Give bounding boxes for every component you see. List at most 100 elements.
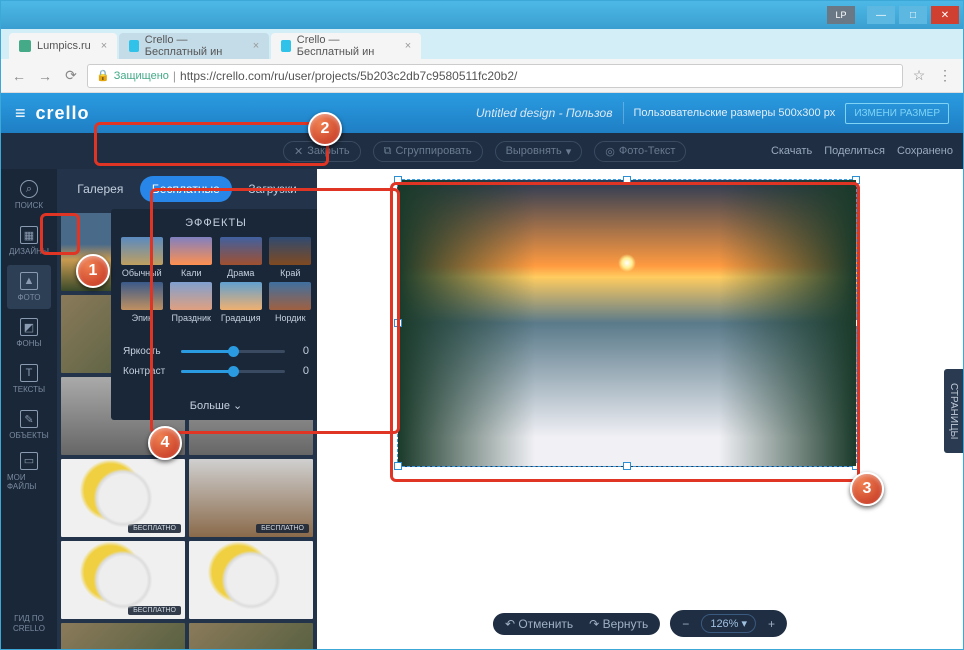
- phototext-button[interactable]: ◎ Фото-Текст: [594, 141, 686, 162]
- callout-4: 4: [148, 426, 182, 460]
- zoom-level[interactable]: 126% ▾: [701, 614, 756, 633]
- rail-designs[interactable]: ▦ДИЗАЙНЫ: [7, 219, 51, 263]
- rail-objects[interactable]: ✎ОБЪЕКТЫ: [7, 403, 51, 447]
- gallery-thumb[interactable]: БЕСПЛАТНО: [189, 459, 313, 537]
- side-rail: ⌕ПОИСК ▦ДИЗАЙНЫ ▲ФОТО ◩ФОНЫ TТЕКСТЫ ✎ОБЪ…: [1, 93, 57, 649]
- fx-cali[interactable]: Кали: [169, 237, 215, 278]
- fx-nordic[interactable]: Нордик: [268, 282, 314, 323]
- align-button[interactable]: Выровнять ▾: [495, 141, 583, 162]
- folder-icon: ▭: [20, 452, 38, 470]
- zoom-group: − 126% ▾ +: [670, 610, 787, 637]
- zoom-out-button[interactable]: −: [678, 617, 693, 631]
- url-bar-row: ← → ⟳ 🔒 Защищено | https://crello.com/ru…: [1, 59, 963, 93]
- back-button[interactable]: ←: [9, 66, 29, 86]
- rail-photo[interactable]: ▲ФОТО: [7, 265, 51, 309]
- logo: crello: [36, 103, 90, 124]
- tab-uploads[interactable]: Загрузки: [236, 176, 308, 202]
- rail-myfiles[interactable]: ▭МОИ ФАЙЛЫ: [7, 449, 51, 493]
- tab-title: Crello — Бесплатный ин: [297, 34, 395, 58]
- callout-3: 3: [850, 472, 884, 506]
- url-text: https://crello.com/ru/user/projects/5b20…: [180, 69, 517, 83]
- effects-title: ЭФФЕКТЫ: [111, 209, 317, 237]
- lock-icon: 🔒: [96, 69, 110, 82]
- undo-redo-group: ↶ Отменить ↷ Вернуть: [493, 613, 660, 635]
- callout-2: 2: [308, 112, 342, 146]
- resize-handle[interactable]: [852, 319, 860, 327]
- undo-button[interactable]: ↶ Отменить: [501, 617, 577, 631]
- resize-handle[interactable]: [623, 462, 631, 470]
- brightness-value: 0: [293, 345, 309, 357]
- rail-texts[interactable]: TТЕКСТЫ: [7, 357, 51, 401]
- canvas-main: СТРАНИЦЫ ↶ Отменить ↷ Вернуть − 126% ▾ +: [317, 93, 963, 649]
- minimize-button[interactable]: —: [867, 6, 895, 24]
- star-button[interactable]: ☆: [909, 66, 929, 86]
- forward-button[interactable]: →: [35, 66, 55, 86]
- free-badge: БЕСПЛАТНО: [128, 606, 181, 615]
- gallery-thumb[interactable]: БЕСПЛАТНО: [61, 541, 185, 619]
- close-icon[interactable]: ×: [101, 40, 107, 52]
- brightness-label: Яркость: [123, 346, 173, 357]
- resize-button[interactable]: ИЗМЕНИ РАЗМЕР: [845, 103, 949, 124]
- brightness-slider[interactable]: Яркость 0: [123, 345, 309, 357]
- tab-free[interactable]: Бесплатные: [140, 176, 232, 202]
- side-panel: Галерея Бесплатные Загрузки БЕСПЛАТНО БЕ…: [57, 93, 317, 649]
- app-topbar: ≡ crello Untitled design - Пользов Польз…: [1, 93, 963, 133]
- browser-tab-1[interactable]: Crello — Бесплатный ин×: [119, 33, 269, 59]
- canvas-area[interactable]: СТРАНИЦЫ ↶ Отменить ↷ Вернуть − 126% ▾ +: [317, 169, 963, 649]
- fx-festive[interactable]: Праздник: [169, 282, 215, 323]
- browser-tab-2[interactable]: Crello — Бесплатный ин ×: [271, 33, 421, 59]
- fx-epic[interactable]: Эпик: [119, 282, 165, 323]
- free-badge: БЕСПЛАТНО: [128, 524, 181, 533]
- contrast-slider[interactable]: Контраст 0: [123, 365, 309, 377]
- fx-normal[interactable]: Обычный: [119, 237, 165, 278]
- document-title[interactable]: Untitled design - Пользов: [476, 106, 613, 120]
- resize-handle[interactable]: [394, 319, 402, 327]
- browser-tabs: Lumpics.ru× Crello — Бесплатный ин× Crel…: [1, 29, 963, 59]
- backgrounds-icon: ◩: [20, 318, 38, 336]
- resize-handle[interactable]: [394, 176, 402, 184]
- zoom-in-button[interactable]: +: [764, 617, 779, 631]
- close-icon[interactable]: ×: [253, 40, 259, 52]
- gallery-thumb[interactable]: БЕСПЛАТНО: [61, 459, 185, 537]
- close-icon[interactable]: ×: [405, 40, 411, 52]
- resize-handle[interactable]: [623, 176, 631, 184]
- close-window-button[interactable]: ✕: [931, 6, 959, 24]
- more-button[interactable]: Больше ⌄: [111, 391, 317, 420]
- resize-handle[interactable]: [852, 176, 860, 184]
- callout-1: 1: [76, 254, 110, 288]
- group-button[interactable]: ⧉ Сгруппировать: [373, 141, 483, 162]
- context-toolbar: ✕ Закрыть ⧉ Сгруппировать Выровнять ▾ ◎ …: [1, 133, 963, 169]
- photo-icon: ▲: [20, 272, 38, 290]
- resize-handle[interactable]: [852, 462, 860, 470]
- fx-edge[interactable]: Край: [268, 237, 314, 278]
- panel-tabs: Галерея Бесплатные Загрузки: [57, 169, 317, 209]
- gallery-thumb[interactable]: [189, 541, 313, 619]
- url-bar[interactable]: 🔒 Защищено | https://crello.com/ru/user/…: [87, 64, 903, 88]
- browser-tab-0[interactable]: Lumpics.ru×: [9, 33, 117, 59]
- rail-guide[interactable]: ГИД ПО CRELLO: [7, 599, 51, 649]
- gallery-thumb[interactable]: [189, 623, 313, 649]
- contrast-label: Контраст: [123, 366, 173, 377]
- fx-drama[interactable]: Драма: [218, 237, 264, 278]
- rail-backgrounds[interactable]: ◩ФОНЫ: [7, 311, 51, 355]
- share-button[interactable]: Поделиться: [824, 145, 885, 157]
- rail-search[interactable]: ⌕ПОИСК: [7, 173, 51, 217]
- maximize-button[interactable]: □: [899, 6, 927, 24]
- reload-button[interactable]: ⟳: [61, 66, 81, 86]
- pages-tab[interactable]: СТРАНИЦЫ: [944, 369, 963, 453]
- redo-button[interactable]: ↷ Вернуть: [585, 617, 652, 631]
- designs-icon: ▦: [20, 226, 38, 244]
- search-icon: ⌕: [20, 180, 38, 198]
- window-titlebar: LP — □ ✕: [1, 1, 963, 29]
- secure-label: Защищено: [114, 70, 169, 82]
- tab-gallery[interactable]: Галерея: [65, 176, 135, 202]
- text-icon: T: [20, 364, 38, 382]
- gallery-thumb[interactable]: [61, 623, 185, 649]
- hamburger-icon[interactable]: ≡: [15, 103, 26, 124]
- fx-grayscale[interactable]: Градация: [218, 282, 264, 323]
- menu-button[interactable]: ⋮: [935, 66, 955, 86]
- selected-image[interactable]: [397, 179, 857, 467]
- download-button[interactable]: Скачать: [771, 145, 812, 157]
- resize-handle[interactable]: [394, 462, 402, 470]
- free-badge: БЕСПЛАТНО: [256, 524, 309, 533]
